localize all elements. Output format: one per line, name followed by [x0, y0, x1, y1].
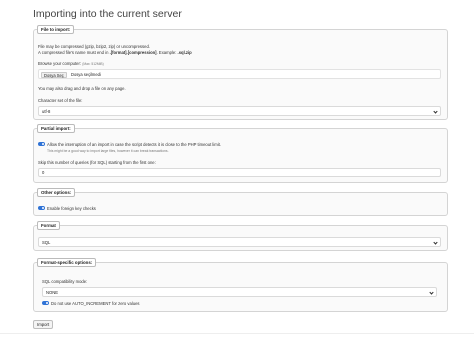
charset-select[interactable]: utf-8	[38, 106, 441, 116]
bottom-divider	[0, 333, 474, 334]
page-title: Importing into the current server	[33, 8, 182, 20]
file-to-import-section: File to import: File may be compressed (…	[33, 25, 448, 120]
filename-format: .[format].[compression]	[109, 50, 157, 55]
allow-interrupt-hint: This might be a good way to import large…	[47, 149, 169, 153]
chevron-down-icon	[429, 290, 434, 295]
other-options-legend: Other options:	[37, 188, 76, 197]
import-button[interactable]: Import	[33, 320, 54, 329]
browse-label-text: Browse your computer:	[38, 61, 82, 66]
chevron-down-icon	[433, 109, 438, 114]
other-options-section: Other options: Enable foreign key checks	[33, 188, 448, 216]
max-size-note: (Max: 512MiB)	[82, 62, 104, 66]
filename-note-prefix: A compressed file's name must end in	[38, 50, 109, 55]
allow-interrupt-label: Allow the interruption of an import in c…	[47, 142, 222, 147]
allow-interrupt-toggle[interactable]	[38, 142, 45, 146]
chosen-file-name: Dosya seçilmedi	[71, 71, 101, 77]
skip-queries-input[interactable]: 0	[38, 168, 441, 177]
auto-increment-toggle[interactable]	[42, 301, 49, 305]
format-legend: Format	[37, 221, 60, 230]
sql-compat-select[interactable]: NONE	[42, 287, 437, 297]
format-select[interactable]: SQL	[38, 237, 441, 247]
sql-compat-label: SQL compatibility mode:	[42, 279, 88, 284]
auto-increment-label: Do not use AUTO_INCREMENT for zero value…	[51, 301, 140, 306]
drag-drop-hint: You may also drag and drop a file on any…	[38, 86, 126, 91]
charset-select-value: utf-8	[42, 109, 51, 114]
file-to-import-legend: File to import:	[37, 25, 75, 34]
format-specific-legend: Format-specific options:	[37, 258, 97, 267]
filename-example: .sql.zip	[177, 50, 192, 55]
partial-import-legend: Partial import:	[37, 124, 75, 133]
filename-note: A compressed file's name must end in .[f…	[38, 50, 192, 55]
filename-example-prefix: . Example:	[156, 50, 177, 55]
partial-import-section: Partial import: Allow the interruption o…	[33, 124, 448, 183]
browse-label: Browse your computer: (Max: 512MiB)	[38, 61, 104, 66]
format-select-value: SQL	[42, 240, 51, 245]
format-specific-section: Format-specific options: SQL compatibili…	[33, 258, 448, 312]
format-section: Format SQL	[33, 221, 448, 251]
compression-note: File may be compressed (gzip, bzip2, zip…	[38, 44, 150, 49]
foreign-keys-toggle[interactable]	[38, 206, 45, 210]
chevron-down-icon	[433, 240, 438, 245]
charset-label: Character set of the file:	[38, 98, 83, 103]
sql-compat-value: NONE	[46, 290, 59, 295]
foreign-keys-label: Enable foreign key checks	[47, 206, 96, 211]
skip-queries-label: Skip this number of queries (for SQL) st…	[38, 160, 156, 165]
choose-file-button[interactable]: Dosya Seç	[41, 71, 67, 78]
file-input[interactable]: Dosya Seç Dosya seçilmedi	[38, 69, 441, 79]
skip-queries-value: 0	[42, 170, 45, 175]
